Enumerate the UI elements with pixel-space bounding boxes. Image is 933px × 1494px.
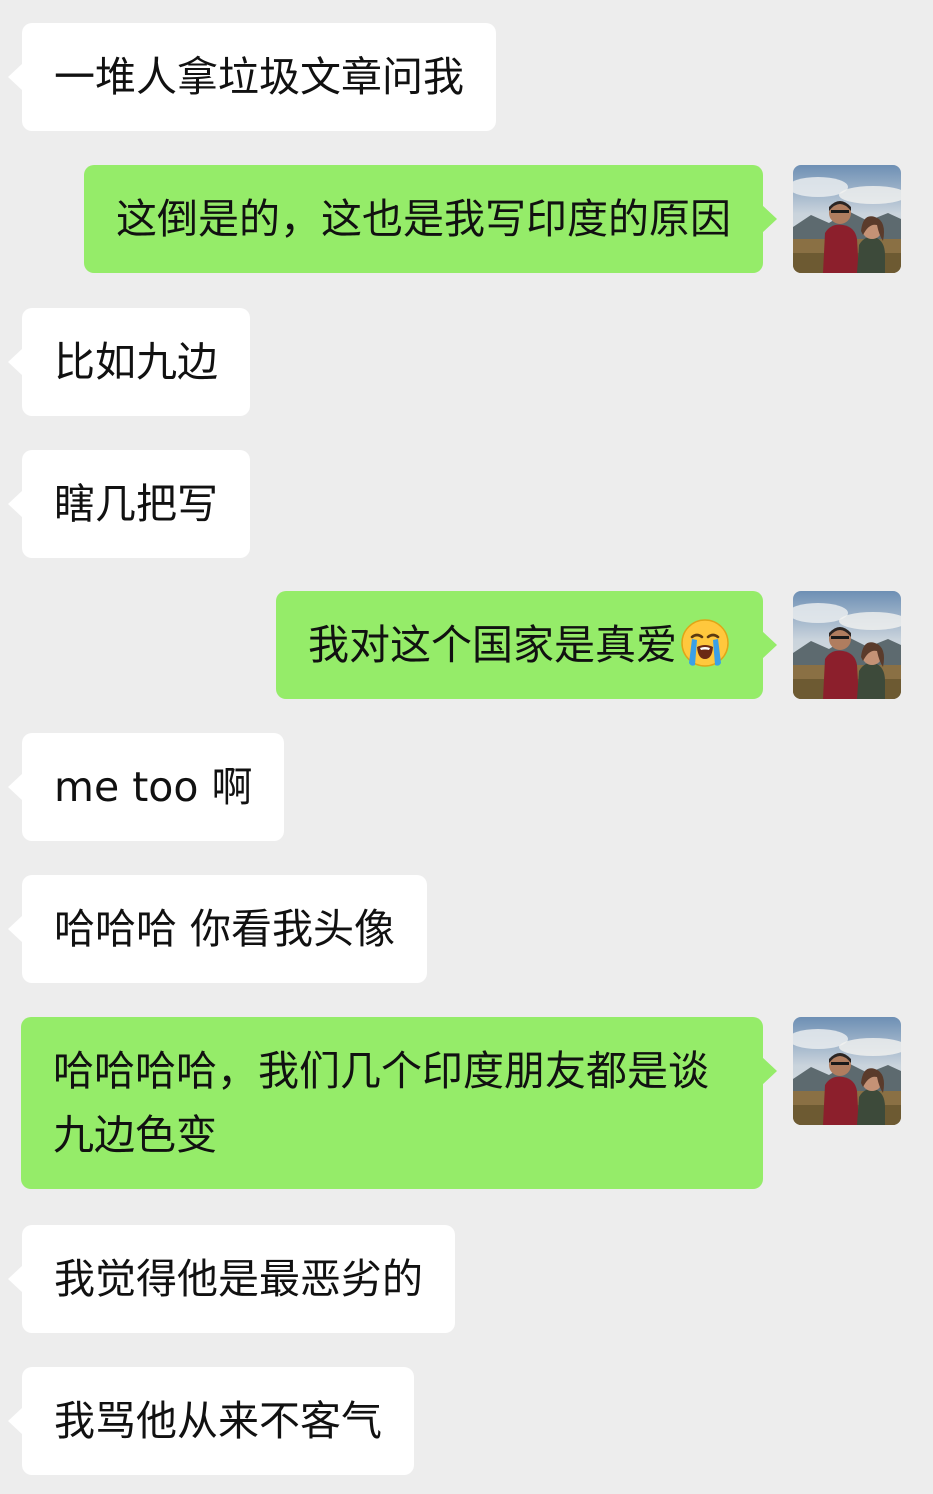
message-text: 哈哈哈 你看我头像 xyxy=(54,905,396,953)
my-avatar[interactable] xyxy=(793,1017,901,1125)
loudly-crying-face-icon xyxy=(681,619,729,667)
chat-bubble-incoming[interactable]: me too 啊 xyxy=(7,733,285,841)
chat-bubble-incoming[interactable]: 一堆人拿垃圾文章问我 xyxy=(8,23,496,131)
message-text: me too 啊 xyxy=(54,763,253,811)
my-avatar[interactable] xyxy=(793,591,901,699)
chat-bubble-outgoing[interactable]: 哈哈哈哈，我们几个印度朋友都是谈九边色变 xyxy=(21,1017,777,1189)
message-text: 哈哈哈哈，我们几个印度朋友都是谈九边色变 xyxy=(53,1047,709,1159)
chat-bubble-outgoing[interactable]: 这倒是的，这也是我写印度的原因 xyxy=(84,165,777,273)
message-text: 我觉得他是最恶劣的 xyxy=(54,1255,423,1303)
message-text: 这倒是的，这也是我写印度的原因 xyxy=(116,195,731,243)
chat-bubble-incoming[interactable]: 哈哈哈 你看我头像 xyxy=(7,875,428,983)
message-text: 我对这个国家是真爱 xyxy=(308,621,677,669)
message-text: 比如九边 xyxy=(54,338,218,386)
chat-bubble-incoming[interactable]: 我骂他从来不客气 xyxy=(8,1367,414,1475)
chat-bubble-incoming[interactable]: 我觉得他是最恶劣的 xyxy=(8,1225,455,1333)
message-text: 瞎几把写 xyxy=(54,480,218,528)
chat-message-list: 一堆人拿垃圾文章问我 这倒是的，这也是我写印度的原因 比如九边 瞎几把写 我对这… xyxy=(0,0,933,1494)
my-avatar[interactable] xyxy=(793,165,901,273)
message-text: 一堆人拿垃圾文章问我 xyxy=(54,53,464,101)
message-text: 我骂他从来不客气 xyxy=(54,1397,382,1445)
chat-bubble-incoming[interactable]: 比如九边 xyxy=(8,308,250,416)
chat-bubble-outgoing[interactable]: 我对这个国家是真爱 xyxy=(276,591,777,699)
chat-bubble-incoming[interactable]: 瞎几把写 xyxy=(8,450,250,558)
